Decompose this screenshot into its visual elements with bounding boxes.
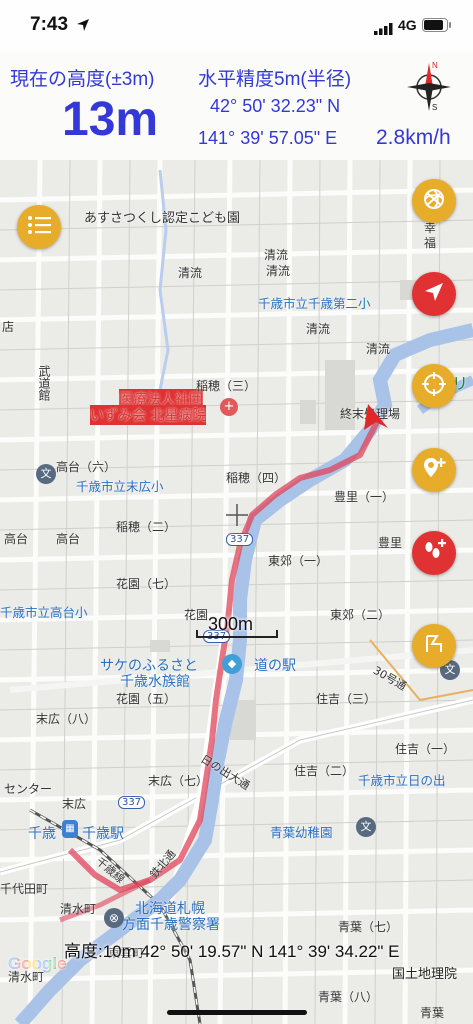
- home-indicator[interactable]: [167, 1010, 307, 1015]
- map-label-center: センター: [4, 782, 53, 796]
- menu-list-icon: [27, 215, 51, 239]
- map-label-chitose-station: 千歳: [28, 826, 56, 842]
- school-icon: 文: [36, 464, 56, 484]
- train-station-icon: ▦: [62, 820, 78, 838]
- longitude-value: 141° 39' 57.05" E: [198, 128, 338, 148]
- map-label-suehiro-school: 千歳市立末広小: [76, 479, 164, 494]
- map-label-shimizucho: 清水町: [60, 902, 97, 916]
- school-icon: 文: [356, 817, 376, 837]
- map-label-toyosato-1: 豊里（一）: [334, 490, 395, 504]
- map-label-higashikaku-1: 東郊（一）: [268, 554, 329, 568]
- map-label-aoba-7: 青葉（七）: [338, 920, 399, 934]
- accuracy-label: 水平精度5m(半径): [198, 69, 352, 90]
- menu-button[interactable]: [17, 205, 61, 249]
- map-label-chiyoda: 千代田町: [0, 882, 49, 896]
- map-label-sumiyoshi-3: 住吉（三）: [316, 692, 377, 706]
- current-location-button[interactable]: [412, 272, 456, 316]
- map-label-sake-line2: 千歳水族館: [120, 674, 190, 690]
- battery-level-fill: [424, 20, 443, 30]
- google-logo-text: Google: [8, 954, 67, 973]
- altitude-label: 現在の高度(±3m): [10, 69, 155, 90]
- map-label-takadai-school: 千歳市立高台小: [0, 605, 88, 620]
- footprints-add-icon: [421, 538, 447, 568]
- map-label-hinode-school: 千歳市立日の出: [358, 773, 446, 788]
- hospital-icon: +: [220, 398, 238, 416]
- layers-icon: [421, 186, 447, 216]
- location-services-icon: [76, 17, 90, 31]
- aquarium-icon: ◆: [222, 654, 242, 674]
- map-label-inaho-4: 稲穂（四）: [226, 471, 287, 485]
- crosshair-target-icon: [421, 371, 447, 401]
- map-label-inaho-2: 稲穂（二）: [116, 520, 177, 534]
- map-label-inaho-3: 稲穂（三）: [196, 379, 257, 393]
- map-label-hospital-line2: いずみ会 北星病院: [90, 405, 207, 425]
- track-target-button[interactable]: [412, 364, 456, 408]
- map-label-kaen-7: 花園（七）: [116, 577, 177, 591]
- map-label-chitose-eki: 千歳駅: [82, 826, 124, 842]
- speed-value: 2.8km/h: [376, 126, 451, 149]
- map-label-ten: 店: [2, 320, 15, 334]
- map-attribution: 国土地理院: [392, 967, 458, 982]
- map-label-higashikaku-2: 東郊（二）: [330, 608, 391, 622]
- route-tool-button[interactable]: [412, 624, 456, 668]
- status-bar: 7:43 4G: [0, 0, 473, 52]
- battery-tip: [449, 22, 451, 28]
- route-tool-icon: [422, 632, 446, 660]
- map-label-kaen-5: 花園（五）: [116, 692, 177, 706]
- map-label-toyosato: 豊里: [378, 536, 403, 550]
- current-heading-arrow-icon: [362, 402, 390, 432]
- map-label-suehiro-8: 末広（八）: [36, 712, 97, 726]
- map-label-sumiyoshi-2: 住吉（二）: [294, 764, 355, 778]
- map-label-suehiro-7: 末広（七）: [148, 774, 209, 788]
- status-time: 7:43: [30, 14, 69, 35]
- add-footprints-button[interactable]: [412, 531, 456, 575]
- route-badge-337-a: 337: [226, 533, 254, 546]
- altitude-value: 13m: [62, 93, 159, 146]
- map-scale-bar: [196, 630, 278, 638]
- map-label-seiryu-2: 清流: [264, 248, 289, 262]
- add-place-icon: [421, 455, 447, 485]
- police-station-icon: ⊗: [104, 908, 124, 928]
- route-badge-337-c: 337: [118, 796, 146, 809]
- map-label-seiryu-4: 清流: [306, 322, 331, 336]
- google-logo: Google: [8, 954, 67, 974]
- map-label-seiryu-3: 清流: [266, 264, 291, 278]
- map-label-suehiro: 末広: [62, 797, 87, 811]
- map-label-seiryu-5: 清流: [366, 342, 391, 356]
- network-type: 4G: [398, 17, 417, 33]
- compass-north-letter: N: [432, 61, 438, 70]
- map-label-budokan: 武道館: [37, 365, 51, 401]
- battery-icon: [422, 18, 448, 32]
- map-label-takadai-b: 高台: [4, 532, 29, 546]
- cellular-signal-icon: [374, 20, 394, 39]
- map-label-koufuku-2: 福: [424, 236, 437, 250]
- map-label-aoba-yochien: 青葉幼稚園: [270, 825, 333, 840]
- map-label-police-line2: 方面千歳警察署: [122, 917, 220, 933]
- navigation-arrow-icon: [423, 281, 445, 307]
- map-label-sumiyoshi-1: 住吉（一）: [395, 742, 456, 756]
- map-label-kodomoen: あすさつくし認定こども園: [84, 211, 241, 226]
- map-label-seiryu-1: 清流: [178, 266, 203, 280]
- map-label-takadai-a: 高台: [56, 532, 81, 546]
- map-label-aoba: 青葉: [420, 1006, 445, 1020]
- map-label-aoba-8: 青葉（八）: [318, 990, 379, 1004]
- crosshair-center-icon: [226, 504, 248, 526]
- add-place-button[interactable]: [412, 448, 456, 492]
- layers-button[interactable]: [412, 179, 456, 223]
- compass-south-letter: S: [432, 103, 437, 112]
- map-label-kaen: 花園: [184, 608, 209, 622]
- map-label-michinoeki: 道の駅: [254, 658, 296, 674]
- map-center-coordinates: 高度:10m 42° 50' 19.57" N 141° 39' 34.22" …: [64, 942, 400, 961]
- latitude-value: 42° 50' 32.23" N: [210, 96, 341, 116]
- map-label-takadai-6: 高台（六）: [56, 460, 117, 474]
- compass-icon[interactable]: N S: [402, 58, 456, 112]
- map-label-school-daini: 千歳市立千歳第二小: [258, 296, 371, 311]
